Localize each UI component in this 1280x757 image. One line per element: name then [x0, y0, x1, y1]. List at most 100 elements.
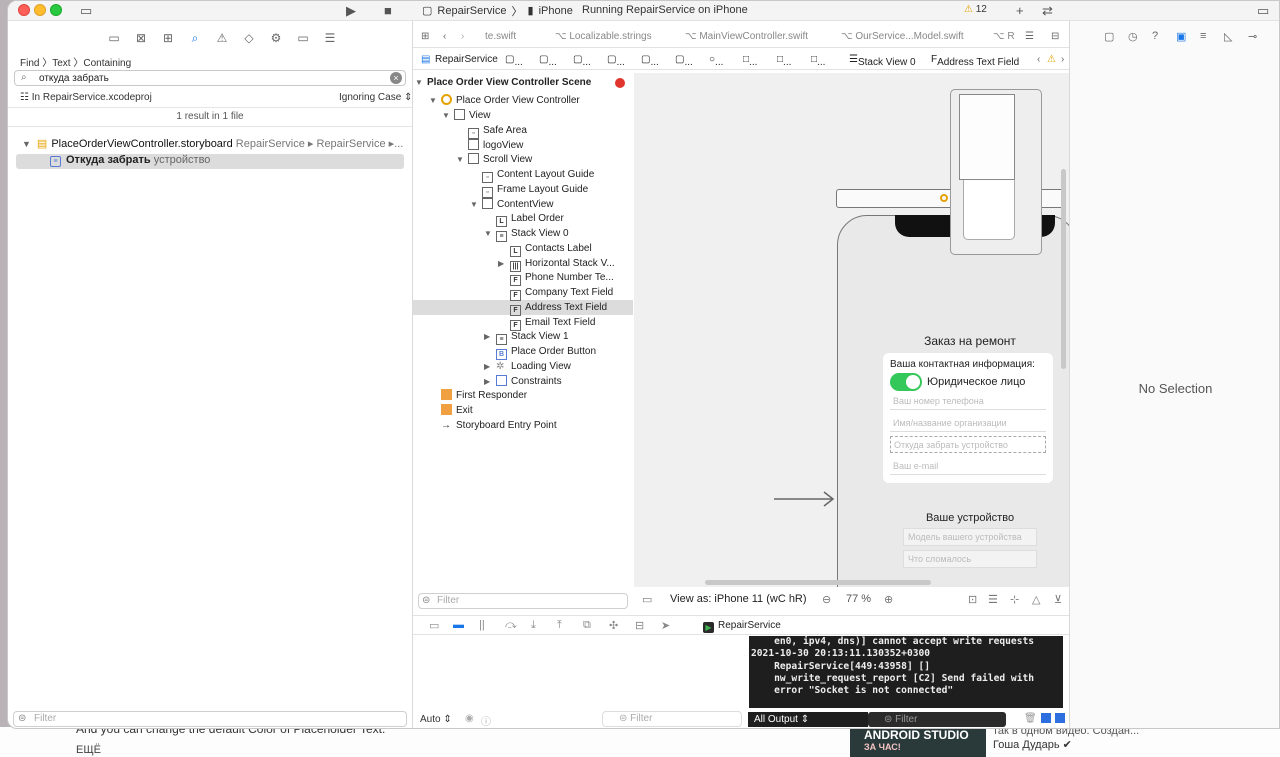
report-icon[interactable]: ☰ [324, 31, 336, 45]
zoom-window-button[interactable] [50, 4, 62, 16]
clear-search-icon[interactable]: × [390, 72, 402, 84]
entry-point-arrow[interactable] [774, 491, 836, 507]
close-window-button[interactable] [18, 4, 30, 16]
view-debugger-icon[interactable]: ⧉ [583, 619, 591, 632]
canvas-minimap[interactable] [950, 89, 1042, 255]
attributes-inspector-icon[interactable]: ≡ [1200, 30, 1206, 42]
outline-row[interactable]: ▫ Frame Layout Guide [482, 183, 588, 198]
identity-inspector-icon[interactable]: ▣ [1176, 30, 1186, 43]
background-channel-name[interactable]: Гоша Дударь ✔ [993, 738, 1072, 751]
problem-field[interactable]: Что сломалось [903, 550, 1037, 568]
warning-icon[interactable]: ⚠ [1047, 54, 1056, 65]
jump-item[interactable]: ▢ ... [573, 54, 591, 68]
outline-row-selected[interactable]: F Address Text Field [510, 301, 607, 316]
variables-filter-input[interactable]: ⊜ Filter [602, 711, 742, 727]
outline-row[interactable]: ▼ Place Order View Controller Scene [415, 76, 591, 90]
outline-filter-input[interactable]: ⊜ Filter [418, 593, 628, 609]
stop-icon[interactable]: ■ [384, 3, 392, 18]
console-filter-input[interactable]: ⊜ Filter [868, 712, 1006, 727]
device-model-field[interactable]: Модель вашего устройства [903, 528, 1037, 546]
forward-icon[interactable]: › [461, 31, 464, 42]
editor-tab[interactable]: ⌥ MainViewController.swift [685, 31, 808, 42]
jump-item[interactable]: □ ... [777, 54, 791, 68]
email-field[interactable]: Ваш e-mail [890, 458, 1046, 475]
sidebar-toggle-icon[interactable]: ▭ [80, 3, 92, 19]
canvas-horizontal-scrollbar[interactable] [705, 580, 931, 585]
split-right-icon[interactable] [1055, 713, 1065, 723]
iphone-frame[interactable]: Заказ на ремонт Ваша контактная информац… [837, 215, 1069, 587]
disclosure-icon[interactable]: ▶ [484, 375, 490, 389]
outline-row[interactable]: L Label Order [496, 212, 564, 227]
warning-badge[interactable]: ⚠ 12 [964, 4, 987, 15]
outline-row[interactable]: ▶ Constraints [484, 375, 562, 389]
file-inspector-icon[interactable]: ▢ [1104, 30, 1114, 43]
jump-item[interactable]: □ ... [811, 54, 825, 68]
outline-row[interactable]: Exit [441, 404, 473, 418]
phone-number-field[interactable]: Ваш номер телефона [890, 393, 1046, 410]
outline-row[interactable]: ▼ ContentView [470, 198, 554, 212]
code-review-icon[interactable]: ⇄ [1042, 3, 1053, 19]
search-field-icon[interactable]: ⌕ [21, 72, 27, 83]
resolve-issues-icon[interactable]: △ [1032, 593, 1040, 606]
disclosure-icon[interactable]: ▶ [498, 257, 504, 271]
environment-overrides-icon[interactable]: ⊟ [635, 619, 644, 632]
minimize-window-button[interactable] [34, 4, 46, 16]
eye-icon[interactable]: ◉ [465, 713, 474, 724]
disclosure-icon[interactable]: ▼ [484, 227, 492, 241]
debug-icon[interactable]: ⚙ [270, 31, 282, 45]
embed-in-icon[interactable]: ⊻ [1054, 593, 1062, 606]
outline-row[interactable]: ▫ Content Layout Guide [482, 168, 594, 183]
scheme-selector[interactable]: ▢ RepairService 〉 ▮ iPhone [422, 1, 573, 20]
storyboard-canvas[interactable]: Заказ на ремонт Ваша контактная информац… [634, 73, 1069, 587]
step-over-icon[interactable]: ⤼ [505, 619, 517, 632]
contacts-label[interactable]: Ваша контактная информация: [890, 359, 1035, 370]
search-result-match[interactable]: ≡ Откуда забрать устройство [16, 154, 404, 169]
memory-graph-icon[interactable]: ✣ [609, 619, 618, 632]
trash-icon[interactable]: 🗑 [1024, 713, 1037, 724]
step-out-icon[interactable]: ⤒ [557, 619, 562, 632]
search-icon[interactable]: ⌕ [189, 31, 201, 46]
jump-item[interactable]: ▢ ... [641, 54, 659, 68]
search-result-file[interactable]: ▼ ▤ PlaceOrderViewController.storyboard Re… [22, 137, 403, 150]
editor-options-icon[interactable]: ☰ [1025, 31, 1034, 42]
add-icon[interactable]: + [1016, 3, 1024, 18]
disclosure-icon[interactable]: ▼ [470, 198, 478, 212]
outline-toggle-icon[interactable]: ▭ [642, 593, 652, 606]
jump-item[interactable]: ○ ... [709, 54, 723, 68]
history-inspector-icon[interactable]: ◷ [1128, 30, 1138, 43]
legal-entity-label[interactable]: Юридическое лицо [927, 376, 1025, 388]
device-config-button[interactable]: View as: iPhone 11 (wC hR) [670, 593, 807, 605]
company-field[interactable]: Имя/название организации [890, 415, 1046, 432]
canvas-vertical-scrollbar[interactable] [1061, 169, 1066, 369]
case-sensitivity-select[interactable]: Ignoring Case ⇕ [339, 92, 412, 103]
disclosure-icon[interactable]: ▼ [22, 139, 31, 149]
outline-row[interactable]: ▫ Safe Area [468, 124, 527, 139]
outline-row[interactable]: L Contacts Label [510, 242, 592, 257]
jump-item[interactable]: ☰ Stack View 0 [849, 54, 916, 68]
breakpoints-toggle-icon[interactable]: ▬ [453, 619, 464, 631]
breakpoint-icon[interactable]: ▭ [297, 31, 309, 45]
split-left-icon[interactable] [1041, 713, 1051, 723]
symbol-icon[interactable]: ⊞ [162, 31, 174, 45]
simulate-location-icon[interactable]: ➤ [661, 619, 670, 632]
find-mode-breadcrumb[interactable]: Find 〉Text 〉Containing [20, 54, 131, 69]
jump-item[interactable]: F Address Text Field [931, 54, 1019, 68]
zoom-out-icon[interactable]: ⊖ [822, 593, 831, 606]
legal-entity-switch[interactable] [890, 373, 922, 391]
editor-tab[interactable]: te.swift [485, 31, 516, 42]
folder-icon[interactable]: ▭ [108, 31, 120, 45]
navigator-filter-input[interactable]: ⊜ Filter [13, 711, 407, 727]
jump-item[interactable]: □ ... [743, 54, 757, 68]
disclosure-icon[interactable]: ▶ [484, 360, 490, 374]
outline-row[interactable]: ▼ ≡ Stack View 0 [484, 227, 569, 242]
align-icon[interactable]: ☰ [988, 593, 998, 606]
disclosure-icon[interactable]: ▼ [429, 94, 437, 108]
background-video-thumbnail[interactable]: ANDROID STUDIO ЗА ЧАС! [850, 727, 986, 757]
next-issue-icon[interactable]: › [1061, 54, 1064, 65]
outline-row[interactable]: ▶ ✲ Loading View [484, 360, 571, 374]
outline-row[interactable]: B Place Order Button [496, 345, 596, 360]
search-scope[interactable]: ☷ In RepairService.xcodeproj [20, 92, 152, 103]
outline-row[interactable]: F Company Text Field [510, 286, 613, 301]
outline-row[interactable]: ▶ ||| Horizontal Stack V... [498, 257, 615, 272]
outline-row[interactable]: F Phone Number Te... [510, 271, 614, 286]
